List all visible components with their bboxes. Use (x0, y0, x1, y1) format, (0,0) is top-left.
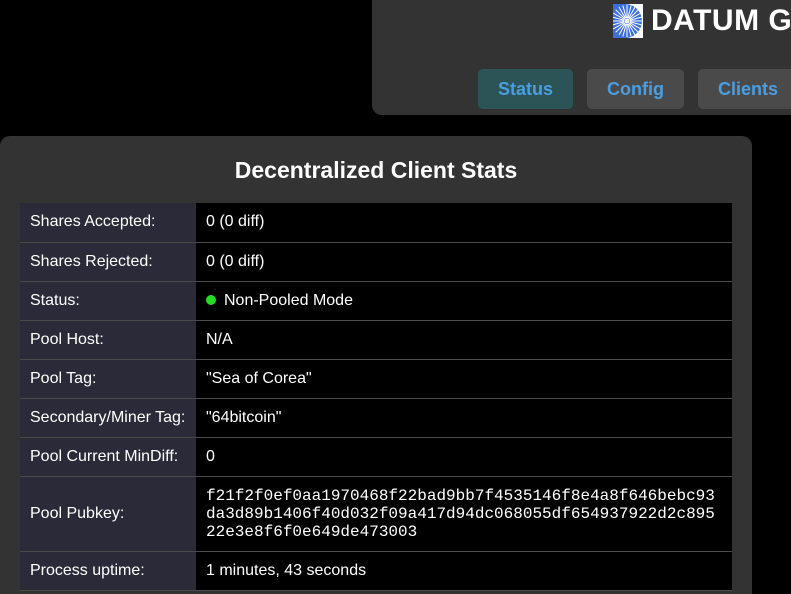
stats-table: Shares Accepted: 0 (0 diff) Shares Rejec… (20, 203, 732, 591)
pool-tag-value: "Sea of Corea" (196, 359, 732, 399)
table-row: Secondary/Miner Tag: "64bitcoin" (20, 398, 732, 438)
shares-rejected-value: 0 (0 diff) (196, 242, 732, 282)
miner-tag-label: Secondary/Miner Tag: (20, 398, 196, 438)
status-indicator-icon (206, 294, 216, 305)
tab-clients[interactable]: Clients (698, 69, 791, 109)
table-row: Shares Rejected: 0 (0 diff) (20, 242, 732, 282)
pubkey-label: Pool Pubkey: (20, 476, 196, 552)
miner-tag-value: "64bitcoin" (196, 398, 732, 438)
table-row: Process uptime: 1 minutes, 43 seconds (20, 551, 732, 591)
tab-config[interactable]: Config (587, 69, 684, 109)
status-value: Non-Pooled Mode (224, 291, 353, 309)
pool-host-label: Pool Host: (20, 320, 196, 360)
app-title: DATUM G (651, 4, 791, 37)
pool-tag-label: Pool Tag: (20, 359, 196, 399)
main-nav: Status Config Clients (478, 69, 791, 109)
shares-rejected-label: Shares Rejected: (20, 242, 196, 282)
stats-title: Decentralized Client Stats (234, 157, 518, 183)
table-row: Pool Current MinDiff: 0 (20, 437, 732, 477)
tab-status[interactable]: Status (478, 69, 573, 109)
shares-accepted-label: Shares Accepted: (20, 203, 196, 243)
datum-logo-icon (613, 4, 643, 38)
table-row: Pool Pubkey: f21f2f0ef0aa1970468f22bad9b… (20, 476, 732, 552)
table-row: Status: Non-Pooled Mode (20, 281, 732, 321)
pubkey-value: f21f2f0ef0aa1970468f22bad9bb7f4535146f8e… (196, 476, 732, 552)
min-diff-value: 0 (196, 437, 732, 477)
pool-host-value: N/A (196, 320, 732, 360)
table-row: Shares Accepted: 0 (0 diff) (20, 203, 732, 243)
brand: DATUM G (613, 3, 791, 39)
uptime-value: 1 minutes, 43 seconds (196, 551, 732, 591)
page: DATUM G Status Config Clients Decentrali… (0, 0, 791, 594)
min-diff-label: Pool Current MinDiff: (20, 437, 196, 477)
table-row: Pool Tag: "Sea of Corea" (20, 359, 732, 399)
shares-accepted-value: 0 (0 diff) (196, 203, 732, 243)
table-row: Pool Host: N/A (20, 320, 732, 360)
status-value-cell: Non-Pooled Mode (196, 281, 732, 321)
uptime-label: Process uptime: (20, 551, 196, 591)
status-label: Status: (20, 281, 196, 321)
